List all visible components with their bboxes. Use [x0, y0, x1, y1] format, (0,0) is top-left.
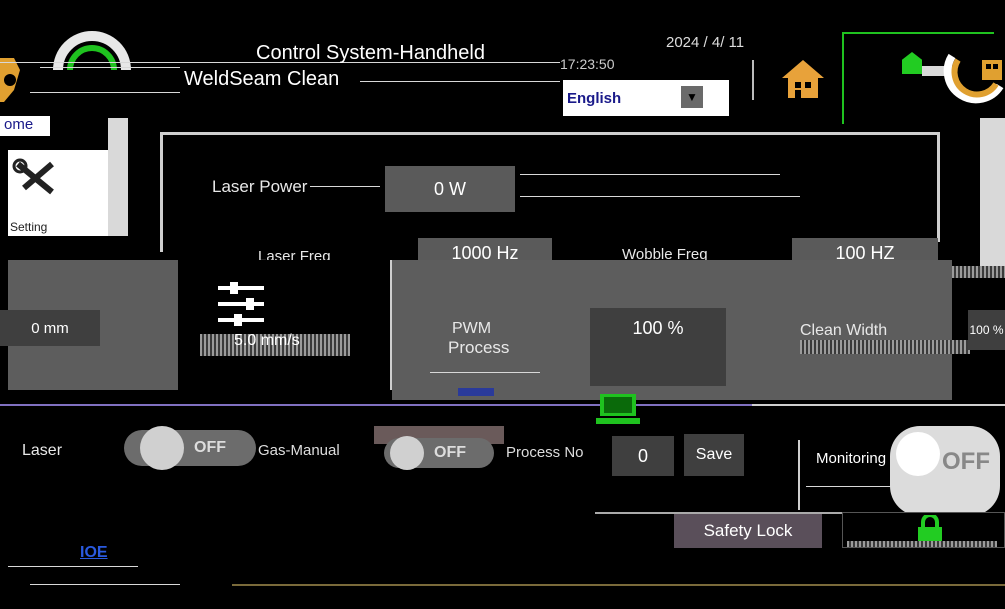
param-panel	[160, 132, 940, 135]
language-select[interactable]: English ▼	[563, 80, 729, 116]
laser-power-value: 0 W	[433, 178, 466, 199]
gear-icon	[0, 50, 30, 110]
time-display: 17:23:50	[560, 56, 615, 72]
clean-width-label: Clean Width	[800, 322, 888, 339]
wobble-width-field[interactable]: 0 mm	[0, 310, 100, 346]
monitoring-toggle-state: OFF	[942, 448, 990, 475]
exit-icon[interactable]	[942, 50, 1004, 114]
clean-width-value: 100 %	[969, 323, 1004, 337]
process-params-button[interactable]: 5.0 mm/s	[180, 260, 392, 390]
settings-button[interactable]: Setting	[8, 150, 108, 236]
tab-home[interactable]: ome	[0, 116, 50, 136]
sliders-icon	[216, 280, 266, 335]
save-label: Save	[695, 446, 733, 463]
gas-label: Gas-Manual	[258, 442, 340, 459]
chevron-down-icon[interactable]: ▼	[681, 86, 703, 108]
tools-icon	[12, 158, 62, 203]
gas-toggle[interactable]: OFF	[384, 436, 494, 470]
app-title: Control System-Handheld	[256, 42, 485, 64]
laser-toggle-state: OFF	[194, 439, 226, 456]
wobble-width-value: 0 mm	[31, 319, 69, 337]
speed-value: 5.0 mm/s	[234, 332, 300, 349]
laser-label: Laser	[22, 442, 63, 459]
safety-lock-status	[842, 512, 1005, 548]
date-display: 2024 / 4/ 11	[666, 34, 745, 51]
language-value: English	[567, 90, 622, 107]
process-no-label: Process No	[506, 444, 584, 461]
laser-toggle[interactable]: OFF	[124, 426, 256, 470]
house-icon[interactable]	[780, 56, 826, 100]
gas-toggle-state: OFF	[434, 444, 466, 461]
settings-label: Setting	[10, 220, 48, 234]
pwm-field[interactable]: 100 %	[590, 308, 726, 386]
save-button[interactable]: Save	[684, 434, 744, 476]
io-indicator[interactable]: IOE	[80, 544, 108, 562]
safety-lock-button[interactable]: Safety Lock	[674, 514, 822, 548]
laser-power-label: Laser Power	[212, 177, 308, 196]
tab-home-label: ome	[4, 116, 34, 133]
clean-width-field[interactable]: 100 %	[968, 310, 1005, 350]
safety-lock-label: Safety Lock	[703, 521, 793, 540]
process-no-field[interactable]: 0	[612, 436, 674, 476]
monitoring-toggle[interactable]: OFF	[890, 426, 1000, 516]
laser-power-field[interactable]: 0 W	[385, 166, 515, 212]
process-label: Process	[448, 338, 510, 357]
process-no-value: 0	[637, 445, 648, 466]
pwm-value: 100 %	[632, 318, 684, 338]
computer-icon[interactable]	[596, 392, 640, 428]
monitoring-label: Monitoring	[816, 450, 887, 467]
app-subtitle: WeldSeam Clean	[184, 68, 340, 90]
pwm-label: PWM	[452, 320, 492, 337]
